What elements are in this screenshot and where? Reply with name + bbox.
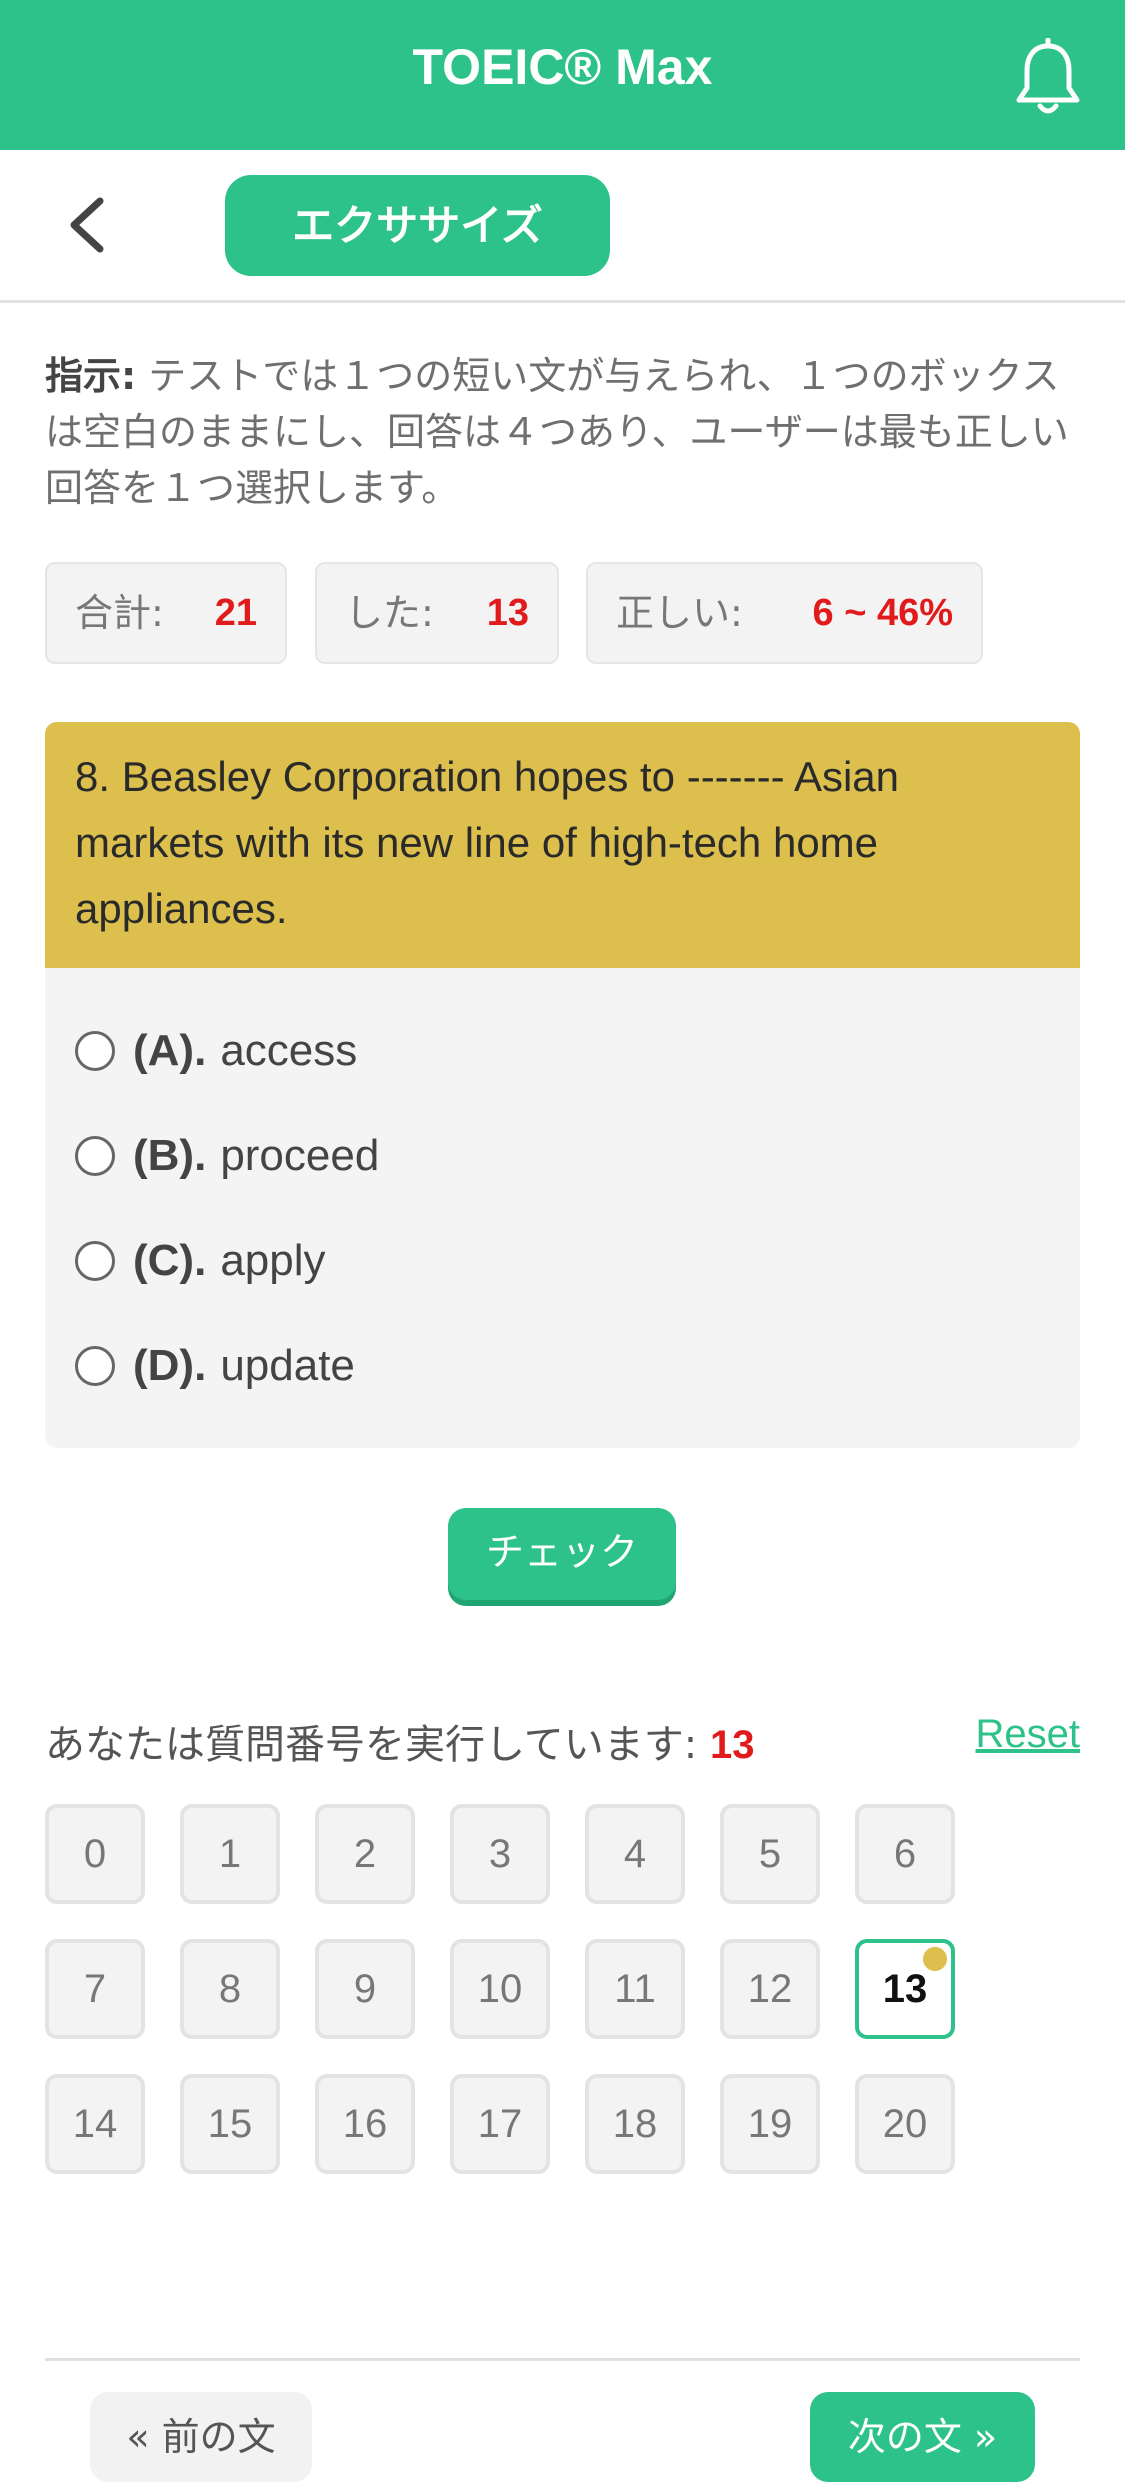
stat-done-value: 13 xyxy=(486,592,529,634)
stat-done-label: した: xyxy=(345,591,434,635)
option-a[interactable]: (A). access xyxy=(75,1016,357,1086)
question-number-button[interactable]: 12 xyxy=(720,1939,820,2039)
stat-total-value: 21 xyxy=(214,592,257,634)
next-sentence-button[interactable]: 次の文 » xyxy=(810,2392,1035,2482)
question-number-button[interactable]: 14 xyxy=(45,2074,145,2174)
instructions-text: テストでは１つの短い文が与えられ、１つのボックスは空白のままにし、回答は４つあり… xyxy=(45,354,1069,510)
option-a-key: (A). xyxy=(133,1026,207,1075)
stat-correct-label: 正しい: xyxy=(616,591,743,635)
radio-icon[interactable] xyxy=(75,1346,115,1386)
question-text: 8. Beasley Corporation hopes to ------- … xyxy=(45,722,1080,968)
sub-header: エクササイズ xyxy=(0,150,1125,303)
radio-icon[interactable] xyxy=(75,1136,115,1176)
option-d-text: update xyxy=(220,1341,355,1390)
stat-correct-value: 6 ~ 46% xyxy=(812,592,954,634)
question-card: 8. Beasley Corporation hopes to ------- … xyxy=(45,722,1080,1448)
question-number-button[interactable]: 1 xyxy=(180,1804,280,1904)
question-number-button[interactable]: 10 xyxy=(450,1939,550,2039)
app-title: TOEIC® Max xyxy=(412,39,713,95)
question-number-button[interactable]: 17 xyxy=(450,2074,550,2174)
option-c-text: apply xyxy=(220,1236,326,1285)
progress-current: 13 xyxy=(710,1723,755,1767)
divider xyxy=(45,2358,1080,2361)
question-number-button[interactable]: 8 xyxy=(180,1939,280,2039)
option-b-text: proceed xyxy=(220,1131,380,1180)
question-number-button[interactable]: 11 xyxy=(585,1939,685,2039)
chevron-left-icon[interactable] xyxy=(62,195,112,255)
bell-icon[interactable] xyxy=(1013,38,1083,118)
question-number-button[interactable]: 6 xyxy=(855,1804,955,1904)
check-button[interactable]: チェック xyxy=(448,1508,676,1600)
prev-sentence-button[interactable]: « 前の文 xyxy=(90,2392,312,2482)
question-number-button[interactable]: 2 xyxy=(315,1804,415,1904)
progress-label: あなたは質問番号を実行しています: 13 xyxy=(45,1712,755,1770)
app-bar: TOEIC® Max xyxy=(0,0,1125,150)
instructions-label: 指示: xyxy=(45,354,137,398)
stat-total-label: 合計: xyxy=(75,591,164,635)
current-indicator-dot xyxy=(923,1947,947,1971)
question-number-button[interactable]: 9 xyxy=(315,1939,415,2039)
radio-icon[interactable] xyxy=(75,1031,115,1071)
instructions: 指示: テストでは１つの短い文が与えられ、１つのボックスは空白のままにし、回答は… xyxy=(45,348,1075,516)
stat-correct: 正しい: 6 ~ 46% xyxy=(586,562,983,664)
question-number-button[interactable]: 19 xyxy=(720,2074,820,2174)
option-a-text: access xyxy=(220,1026,358,1075)
question-number-button[interactable]: 15 xyxy=(180,2074,280,2174)
reset-link[interactable]: Reset xyxy=(976,1712,1081,1757)
question-number-button[interactable]: 3 xyxy=(450,1804,550,1904)
progress-label-text: あなたは質問番号を実行しています: xyxy=(45,1722,698,1768)
option-c[interactable]: (C). apply xyxy=(75,1226,326,1296)
question-number-button-current[interactable]: 13 xyxy=(855,1939,955,2039)
question-number-button[interactable]: 18 xyxy=(585,2074,685,2174)
radio-icon[interactable] xyxy=(75,1241,115,1281)
question-number-button[interactable]: 16 xyxy=(315,2074,415,2174)
option-b[interactable]: (B). proceed xyxy=(75,1121,379,1191)
question-number-button[interactable]: 20 xyxy=(855,2074,955,2174)
option-d[interactable]: (D). update xyxy=(75,1331,355,1401)
question-number-button[interactable]: 4 xyxy=(585,1804,685,1904)
option-b-key: (B). xyxy=(133,1131,207,1180)
stat-total: 合計: 21 xyxy=(45,562,287,664)
question-number-button[interactable]: 0 xyxy=(45,1804,145,1904)
option-d-key: (D). xyxy=(133,1341,207,1390)
stat-done: した: 13 xyxy=(315,562,559,664)
tab-exercise[interactable]: エクササイズ xyxy=(225,175,610,276)
question-number-label: 13 xyxy=(882,1967,928,2011)
question-number-button[interactable]: 5 xyxy=(720,1804,820,1904)
question-number-button[interactable]: 7 xyxy=(45,1939,145,2039)
option-c-key: (C). xyxy=(133,1236,207,1285)
